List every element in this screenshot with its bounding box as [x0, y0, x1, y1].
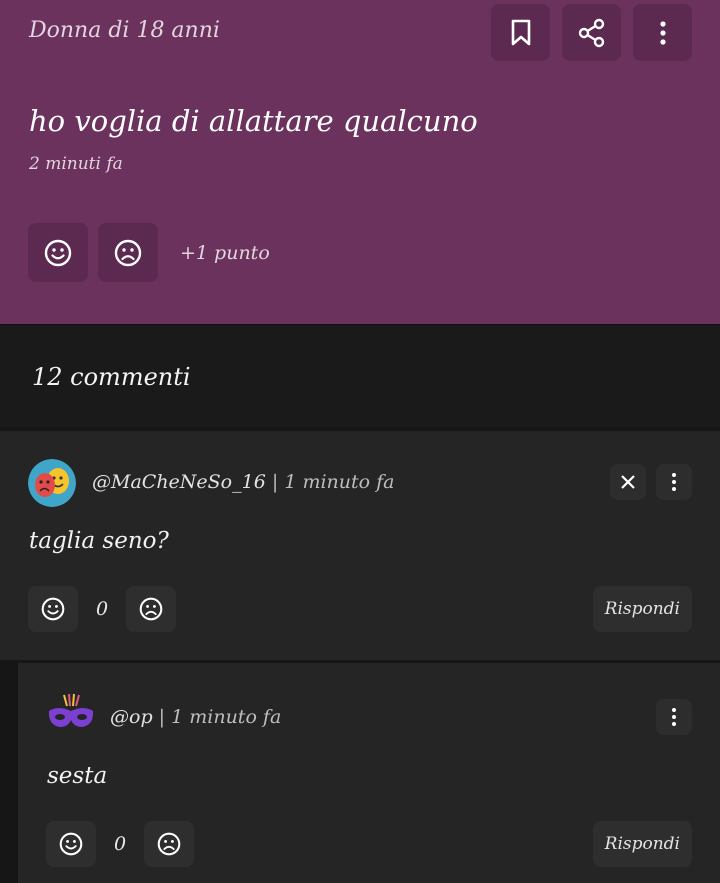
reply-vote-row: 0: [46, 821, 194, 867]
post-card: Donna di 18 anni ho voglia di allattare …: [0, 0, 720, 324]
post-timestamp: 2 minuti fa: [29, 154, 123, 174]
comment-card: @MaCheNeSo_16 | 1 minuto fa taglia seno?…: [0, 431, 720, 660]
reply-timestamp: 1 minuto fa: [171, 706, 282, 728]
post-actions: [491, 4, 692, 61]
reply-username[interactable]: @op: [110, 706, 153, 728]
post-points: +1 punto: [180, 241, 270, 264]
smile-icon: [59, 832, 83, 856]
comment-vote-row: 0: [28, 586, 176, 632]
bookmark-button[interactable]: [491, 4, 550, 61]
reply-button[interactable]: Rispondi: [592, 821, 692, 867]
more-vertical-icon: [659, 20, 666, 45]
more-options-button[interactable]: [633, 4, 692, 61]
post-vote-row: +1 punto: [28, 223, 270, 282]
bookmark-icon: [511, 19, 530, 45]
comment-score: 0: [95, 598, 109, 620]
share-button[interactable]: [562, 4, 621, 61]
downvote-button[interactable]: [98, 223, 158, 282]
comment-more-button[interactable]: [656, 464, 692, 500]
comment-text: taglia seno?: [29, 528, 169, 554]
close-icon: [621, 475, 635, 489]
user-avatar[interactable]: [28, 459, 76, 507]
reply-text: sesta: [47, 763, 108, 789]
reply-button[interactable]: Rispondi: [592, 586, 692, 632]
close-comment-button[interactable]: [610, 464, 646, 500]
theater-masks-avatar-icon: [28, 459, 76, 507]
comment-username[interactable]: @MaCheNeSo_16: [92, 471, 266, 493]
frown-icon: [139, 597, 163, 621]
frown-icon: [114, 239, 142, 266]
smile-icon: [41, 597, 65, 621]
thread-indent: [0, 663, 18, 883]
comment-meta: @MaCheNeSo_16 | 1 minuto fa: [92, 471, 394, 493]
share-icon: [578, 18, 604, 47]
comments-header: 12 commenti: [0, 324, 720, 427]
more-vertical-icon: [672, 473, 676, 491]
comments-count: 12 commenti: [32, 363, 191, 391]
meta-separator: |: [158, 706, 166, 728]
reply-upvote-button[interactable]: [46, 821, 96, 867]
meta-separator: |: [271, 471, 279, 493]
purple-mask-avatar-icon: [48, 693, 94, 727]
reply-card: @op | 1 minuto fa sesta 0 Rispondi: [18, 663, 720, 883]
smile-icon: [44, 239, 72, 266]
reply-downvote-button[interactable]: [144, 821, 194, 867]
reply-meta: @op | 1 minuto fa: [110, 706, 281, 728]
post-author: Donna di 18 anni: [29, 18, 220, 43]
comment-timestamp: 1 minuto fa: [284, 471, 395, 493]
reply-score: 0: [113, 833, 127, 855]
upvote-button[interactable]: [28, 223, 88, 282]
post-body: ho voglia di allattare qualcuno: [29, 104, 478, 138]
comment-upvote-button[interactable]: [28, 586, 78, 632]
reply-more-button[interactable]: [656, 699, 692, 735]
more-vertical-icon: [672, 708, 676, 726]
user-avatar[interactable]: [46, 693, 96, 733]
comment-downvote-button[interactable]: [126, 586, 176, 632]
frown-icon: [157, 832, 181, 856]
